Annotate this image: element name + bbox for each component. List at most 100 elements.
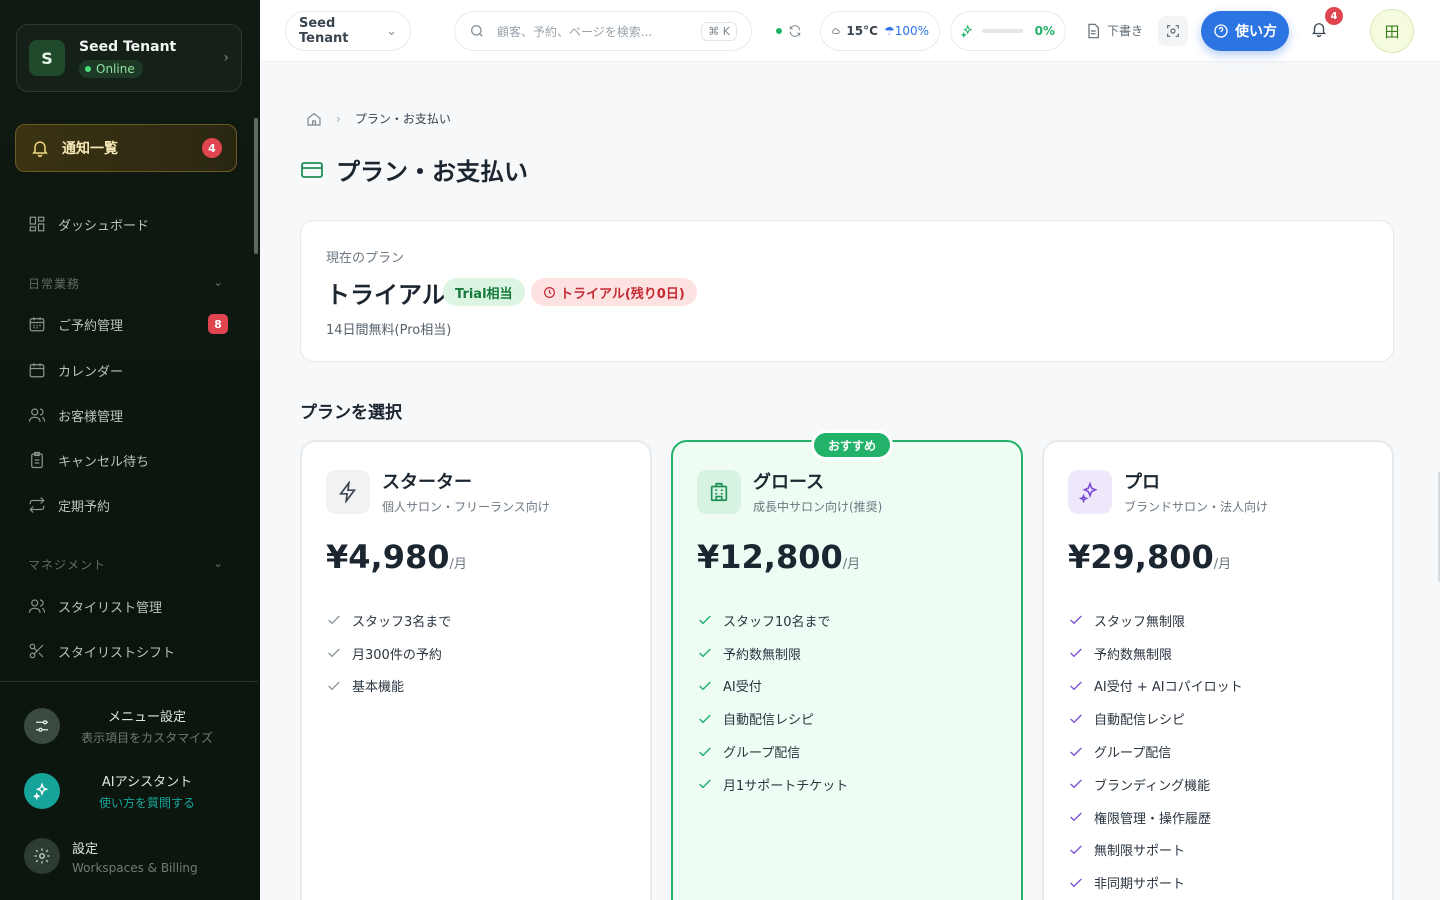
ai-assistant-subtitle: 使い方を質問する <box>98 796 195 810</box>
feature-label: 権限管理・操作履歴 <box>1094 811 1212 827</box>
section-management-title: マネジメント <box>28 558 107 572</box>
sidebar-item-reservations[interactable]: ご予約管理 8 <box>28 312 228 336</box>
notifications-count-badge: 4 <box>202 138 222 158</box>
feature-label: 自動配信レシピ <box>723 713 815 729</box>
feature-label: 基本機能 <box>352 680 405 696</box>
sidebar-item-customers[interactable]: お客様管理 <box>28 403 228 427</box>
home-icon[interactable] <box>306 111 322 127</box>
sidebar-divider <box>0 681 258 682</box>
weather-widget[interactable]: 15°C ☂ 100% <box>820 11 940 51</box>
tenant-name: Seed Tenant <box>79 38 177 55</box>
trial-remaining-chip: トライアル(残り0日) <box>531 278 697 306</box>
menu-settings-button[interactable]: メニュー設定 表示項目をカスタマイズ <box>24 704 234 748</box>
feature-list: スタッフ3名まで 月300件の予約 基本機能 <box>326 604 451 702</box>
sidebar-item-stylists[interactable]: スタイリスト管理 <box>28 594 228 618</box>
feature-item: グループ配信 <box>1068 735 1243 768</box>
calendar-grid-icon <box>29 317 45 332</box>
repeat-icon <box>29 497 45 513</box>
feature-item: 月300件の予約 <box>326 637 451 670</box>
sidebar-item-waitlist[interactable]: キャンセル待ち <box>28 448 228 472</box>
breadcrumb: › プラン・お支払い <box>306 110 451 127</box>
settings-button[interactable]: 設定 Workspaces & Billing <box>24 834 234 878</box>
ai-assistant-button[interactable]: AIアシスタント 使い方を質問する <box>24 769 234 813</box>
sidebar-scrollbar[interactable] <box>254 118 258 254</box>
clipboard-icon <box>31 451 43 469</box>
feature-item: AI受付 + AIコパイロット <box>1068 670 1243 703</box>
tenant-select-label: Seed Tenant <box>299 16 349 46</box>
sync-status[interactable] <box>776 24 802 38</box>
feature-label: 月1サポートチケット <box>723 778 849 794</box>
sidebar-item-calendar[interactable]: カレンダー <box>28 358 228 382</box>
plan-card-growth[interactable]: おすすめ グロース 成長中サロン向け(推奨) ¥12,800/月 スタッフ10名… <box>671 430 1023 900</box>
sidebar-item-shifts[interactable]: スタイリストシフト <box>28 639 228 663</box>
document-icon <box>1088 23 1099 38</box>
drafts-button[interactable]: 下書き <box>1085 22 1143 39</box>
plan-price: ¥29,800/月 <box>1068 538 1231 576</box>
plan-price: ¥12,800/月 <box>697 538 860 576</box>
help-label: 使い方 <box>1235 24 1277 40</box>
section-management-toggle[interactable]: マネジメント ⌄ <box>28 556 224 573</box>
credit-card-icon <box>301 161 323 178</box>
check-icon <box>699 747 711 756</box>
ai-assistant-title: AIアシスタント <box>101 775 193 790</box>
feature-label: グループ配信 <box>723 746 801 762</box>
check-icon <box>328 681 340 691</box>
price-amount: ¥12,800 <box>697 538 843 576</box>
chevron-down-icon: ⌄ <box>212 275 224 289</box>
profile-avatar[interactable]: 田 <box>1370 9 1414 53</box>
online-dot-icon <box>85 65 91 72</box>
plan-name: グロース <box>753 472 825 493</box>
status-badge: Online <box>79 59 143 78</box>
scissors-icon <box>29 643 44 659</box>
price-amount: ¥29,800 <box>1068 538 1214 576</box>
sidebar-item-label: キャンセル待ち <box>58 454 150 470</box>
sidebar-item-label: スタイリストシフト <box>58 645 176 661</box>
feature-label: 予約数無制限 <box>1094 647 1173 663</box>
check-icon <box>1070 779 1082 789</box>
feature-label: AI受付 <box>723 680 762 696</box>
section-daily-toggle[interactable]: 日常業務 ⌄ <box>28 275 224 292</box>
sidebar-item-dashboard[interactable]: ダッシュボード <box>28 212 228 236</box>
feature-item: 自動配信レシピ <box>1068 702 1243 735</box>
ai-usage-meter[interactable]: 0% <box>950 11 1066 51</box>
screenshot-button[interactable] <box>1158 16 1188 46</box>
feature-item: 無制限サポート <box>1068 834 1243 867</box>
building-icon <box>697 470 741 514</box>
capture-icon <box>1167 25 1179 37</box>
search-icon <box>471 25 483 37</box>
sidebar-item-recurring[interactable]: 定期予約 <box>28 493 228 517</box>
plan-card-starter[interactable]: スターター 個人サロン・フリーランス向け ¥4,980/月 スタッフ3名まで 月… <box>300 440 652 900</box>
check-icon <box>1070 812 1082 822</box>
notifications-label: 通知一覧 <box>62 141 118 157</box>
help-button[interactable]: 使い方 <box>1201 11 1289 51</box>
calendar-icon <box>29 363 45 378</box>
search-input[interactable]: 顧客、予約、ページを検索... ⌘ K <box>454 11 752 51</box>
sparkle-icon <box>24 773 60 809</box>
menu-settings-subtitle: 表示項目をカスタマイズ <box>81 731 213 745</box>
check-icon <box>1070 681 1082 691</box>
tenant-select[interactable]: Seed Tenant ⌄ <box>285 11 411 51</box>
bell-button[interactable]: 4 <box>1310 7 1343 42</box>
users-icon <box>28 408 46 422</box>
lightning-icon <box>326 470 370 514</box>
feature-item: 月1サポートチケット <box>697 768 848 801</box>
settings-title: 設定 <box>72 841 99 857</box>
notifications-button[interactable]: 通知一覧 4 <box>15 124 237 172</box>
plan-name: スターター <box>382 472 472 493</box>
plan-name: プロ <box>1124 472 1160 493</box>
feature-item: スタッフ10名まで <box>697 604 848 637</box>
recommended-badge: おすすめ <box>811 430 894 460</box>
tenant-switcher[interactable]: S Seed Tenant Online › <box>16 24 242 92</box>
check-icon <box>1070 747 1082 756</box>
plan-price: ¥4,980/月 <box>326 538 467 576</box>
section-daily-title: 日常業務 <box>28 277 81 291</box>
current-plan-card: 現在のプラン トライアル Trial相当 トライアル(残り0日) 14日間無料(… <box>300 220 1394 362</box>
check-icon <box>1070 714 1082 724</box>
feature-item: 基本機能 <box>326 670 451 703</box>
plan-card-pro[interactable]: プロ ブランドサロン・法人向け ¥29,800/月 スタッフ無制限 予約数無制限… <box>1042 440 1394 900</box>
check-icon <box>1070 648 1082 658</box>
feature-item: ブランディング機能 <box>1068 768 1243 801</box>
sidebar-item-label: カレンダー <box>58 364 124 380</box>
check-icon <box>328 615 340 625</box>
feature-label: グループ配信 <box>1094 746 1172 762</box>
